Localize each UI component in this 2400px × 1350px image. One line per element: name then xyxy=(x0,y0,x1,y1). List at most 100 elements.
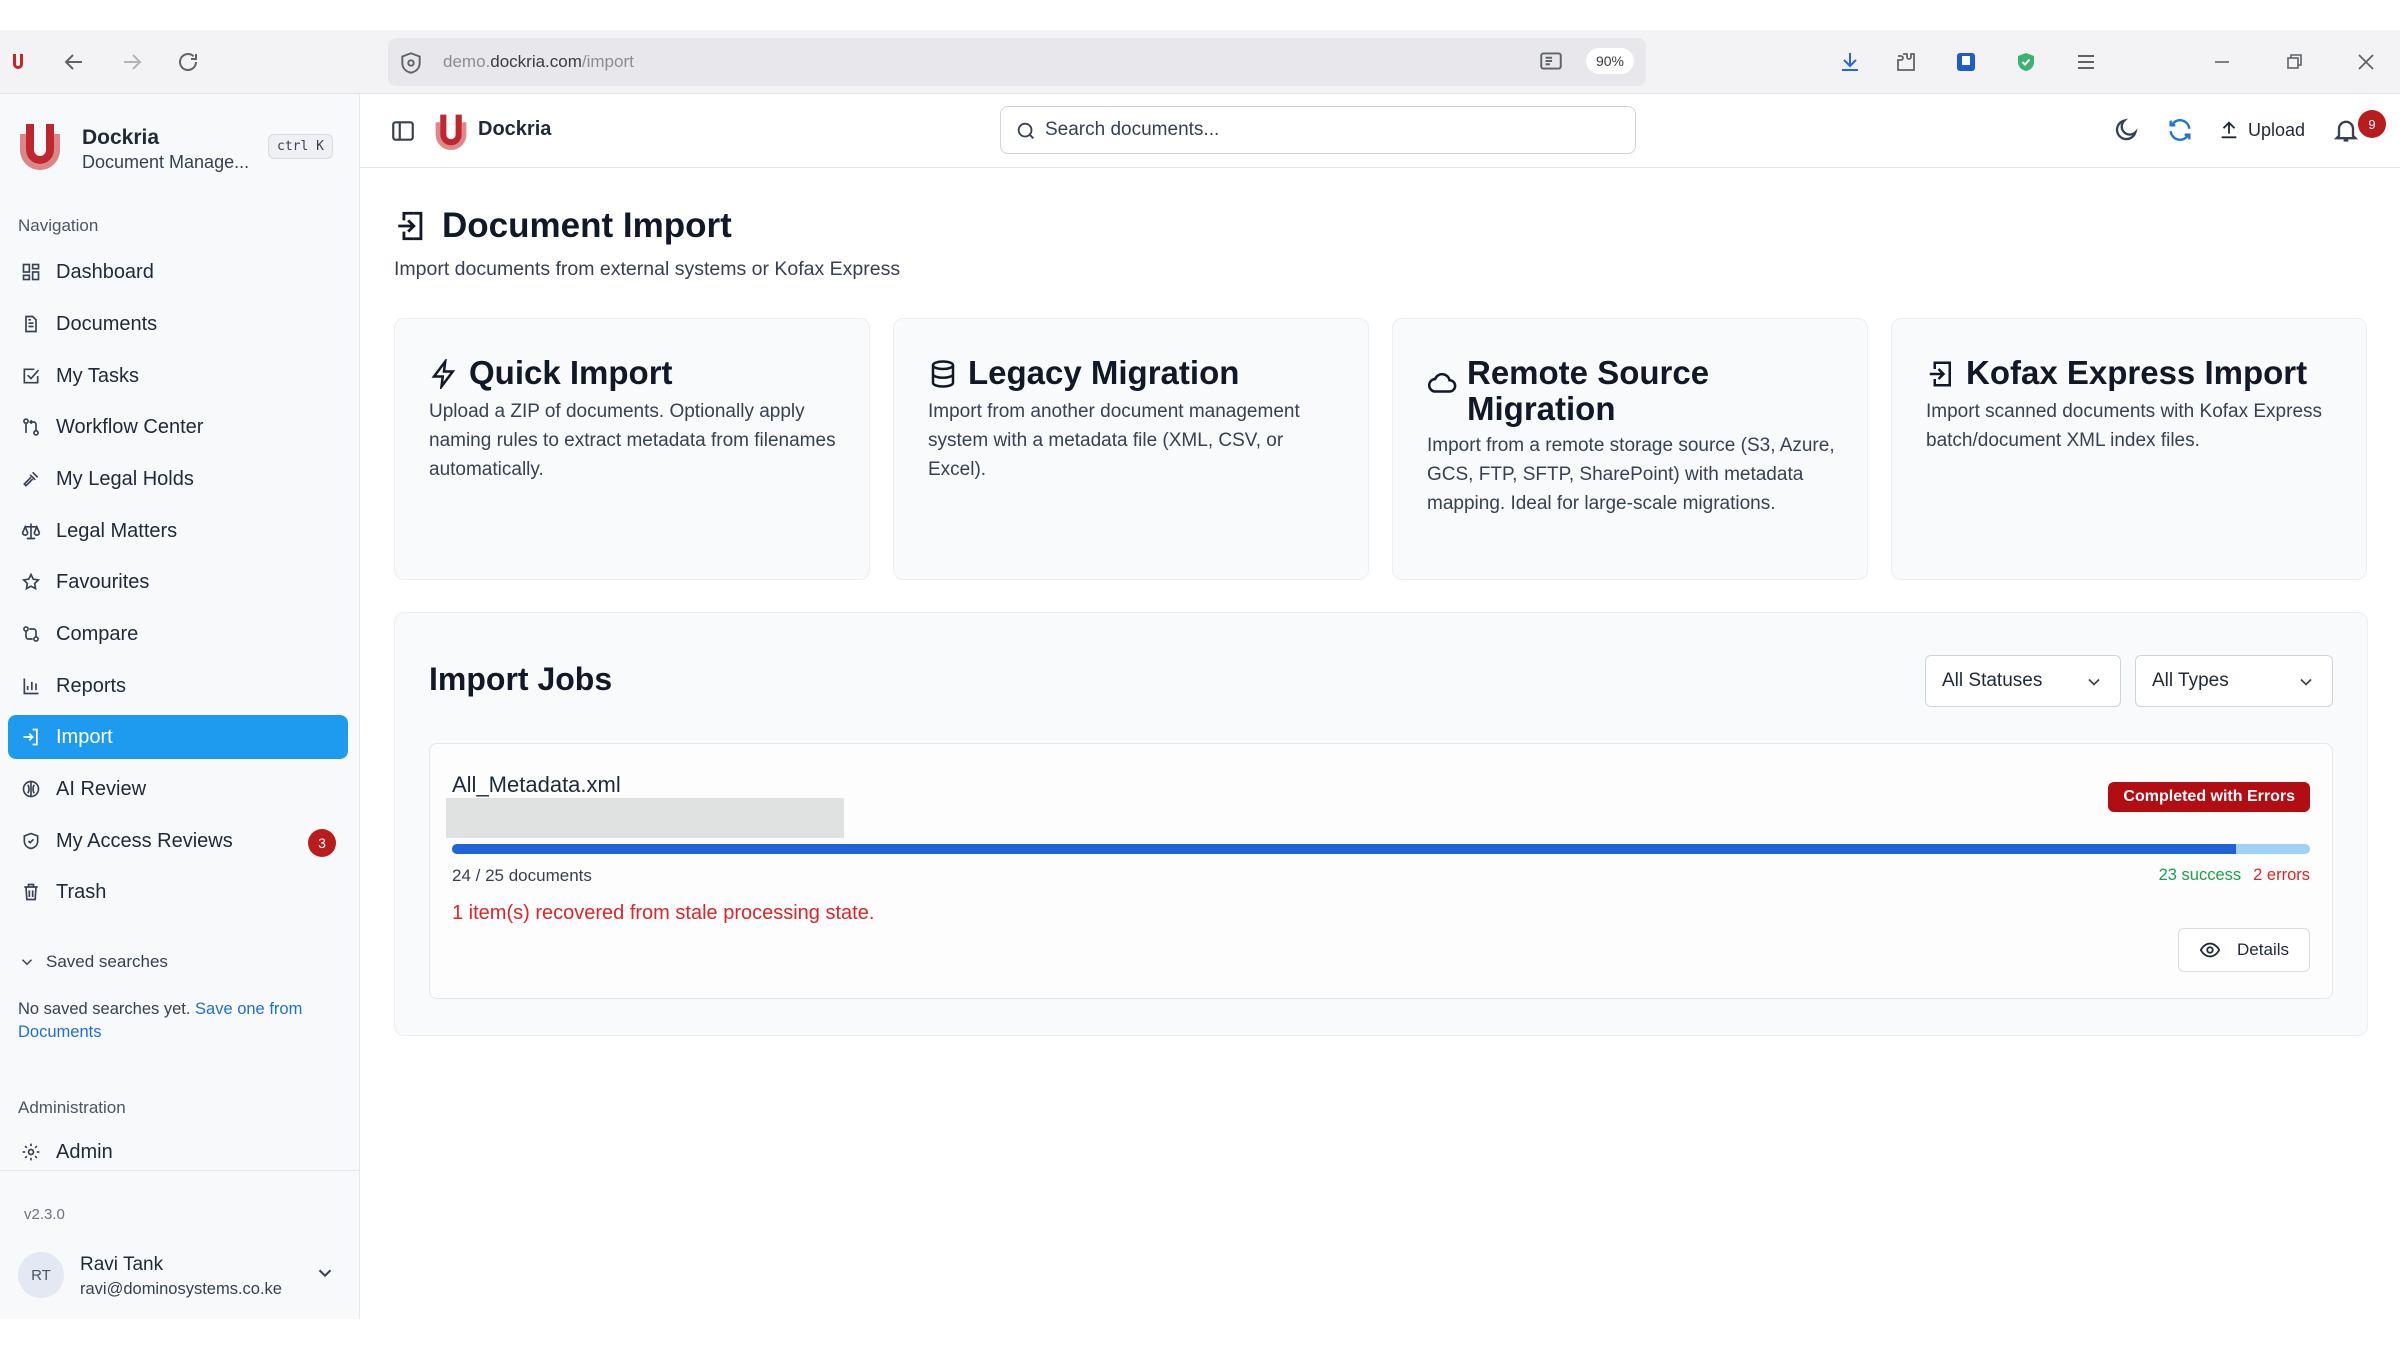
downloads-icon[interactable] xyxy=(1836,48,1864,76)
sidebar-item-label: Favourites xyxy=(56,570,150,593)
minimize-icon[interactable] xyxy=(2208,48,2236,76)
card-title: Kofax Express Import xyxy=(1966,354,2308,391)
extensions-icon[interactable] xyxy=(1892,48,1920,76)
import-job-card[interactable]: All_Metadata.xml Completed with Errors 2… xyxy=(429,743,2333,999)
sidebar-item-ai-review[interactable]: AI Review xyxy=(8,767,348,811)
adblock-shield-icon[interactable] xyxy=(2012,48,2040,76)
status-filter-select[interactable]: All Statuses xyxy=(1925,655,2121,707)
document-icon xyxy=(20,313,42,335)
sidebar-item-label: Trash xyxy=(56,880,107,903)
upload-button[interactable]: Upload xyxy=(2218,112,2305,148)
sidebar-item-import[interactable]: Import xyxy=(8,715,348,759)
browser-toolbar: demo.dockria.com/import 90% xyxy=(0,30,2400,94)
import-icon xyxy=(1929,361,1951,387)
sidebar-item-documents[interactable]: Documents xyxy=(8,302,348,346)
top-header: Dockria Upload 9 xyxy=(360,94,2400,168)
sidebar-item-legal-matters[interactable]: Legal Matters xyxy=(8,509,348,553)
job-stats: 23 success 2 errors xyxy=(2159,866,2310,885)
bell-icon[interactable] xyxy=(2332,116,2360,144)
chevron-down-icon xyxy=(21,959,33,966)
user-email: ravi@dominosystems.co.ke xyxy=(80,1280,282,1298)
job-progress-bar xyxy=(452,844,2310,854)
user-menu-chevron-icon[interactable] xyxy=(314,1262,336,1284)
sidebar-item-label: My Tasks xyxy=(56,364,139,387)
saved-searches-label: Saved searches xyxy=(46,952,168,971)
job-progress-fill xyxy=(452,844,2236,854)
sidebar-item-trash[interactable]: Trash xyxy=(8,870,348,914)
zoom-level[interactable]: 90% xyxy=(1585,48,1634,74)
restore-icon[interactable] xyxy=(2280,48,2308,76)
sidebar-item-workflow-center[interactable]: Workflow Center xyxy=(8,405,348,449)
address-bar[interactable]: demo.dockria.com/import 90% xyxy=(388,38,1646,86)
command-shortcut[interactable]: ctrl K xyxy=(268,134,333,159)
saved-searches-toggle[interactable]: Saved searches xyxy=(18,952,168,972)
legacy-migration-card[interactable]: Legacy Migration Import from another doc… xyxy=(893,318,1369,580)
nav-section-label: Navigation xyxy=(18,216,99,235)
import-icon xyxy=(20,726,42,748)
card-description: Import from another document management … xyxy=(928,401,1300,480)
sidebar-item-label: Dashboard xyxy=(56,260,154,283)
dark-mode-moon-icon[interactable] xyxy=(2112,116,2140,144)
header-brand[interactable]: Dockria xyxy=(478,118,551,141)
gear-icon xyxy=(20,1141,42,1163)
notification-badge[interactable]: 9 xyxy=(2358,110,2386,138)
job-success-count: 23 success xyxy=(2158,866,2242,884)
sidebar-item-label: My Access Reviews xyxy=(56,829,233,852)
reader-view-icon[interactable] xyxy=(1538,48,1564,74)
sidebar-item-dashboard[interactable]: Dashboard xyxy=(8,250,348,294)
page-title-row: Document Import xyxy=(394,206,732,246)
saved-searches-empty: No saved searches yet. Save one from Doc… xyxy=(18,998,338,1044)
type-filter-value: All Types xyxy=(2152,670,2229,691)
gavel-icon xyxy=(20,468,42,490)
job-warning-message: 1 item(s) recovered from stale processin… xyxy=(452,902,875,924)
sidebar-toggle-icon[interactable] xyxy=(390,118,416,144)
remote-source-migration-card[interactable]: Remote Source Migration Import from a re… xyxy=(1392,318,1868,580)
sidebar-item-admin[interactable]: Admin xyxy=(8,1130,348,1174)
bitwarden-icon[interactable] xyxy=(1952,48,1980,76)
sidebar-item-favourites[interactable]: Favourites xyxy=(8,560,348,604)
workflow-icon xyxy=(20,416,42,438)
chart-icon xyxy=(20,675,42,697)
site-shield-icon[interactable] xyxy=(398,50,424,76)
search-input[interactable] xyxy=(1045,113,1625,147)
close-window-icon[interactable] xyxy=(2352,48,2380,76)
avatar[interactable]: RT xyxy=(18,1252,64,1298)
refresh-icon[interactable] xyxy=(2166,116,2194,144)
sidebar-item-label: Workflow Center xyxy=(56,415,204,438)
forward-icon[interactable] xyxy=(118,48,146,76)
lightning-icon xyxy=(431,359,456,389)
upload-label: Upload xyxy=(2248,119,2306,140)
brand-subtitle: Document Manage... xyxy=(82,152,250,172)
card-title: Remote Source Migration xyxy=(1467,354,1710,427)
kofax-express-import-card[interactable]: Kofax Express Import Import scanned docu… xyxy=(1891,318,2367,580)
url-text[interactable]: demo.dockria.com/import xyxy=(443,52,634,72)
quick-import-card[interactable]: Quick Import Upload a ZIP of documents. … xyxy=(394,318,870,580)
type-filter-select[interactable]: All Types xyxy=(2135,655,2333,707)
database-icon xyxy=(931,360,955,388)
details-label: Details xyxy=(2237,940,2289,959)
star-icon xyxy=(20,571,42,593)
menu-icon[interactable] xyxy=(2072,48,2100,76)
sidebar-item-reports[interactable]: Reports xyxy=(8,664,348,708)
job-error-count: 2 errors xyxy=(2253,866,2310,884)
status-filter-value: All Statuses xyxy=(1942,670,2043,691)
sidebar-item-my-tasks[interactable]: My Tasks xyxy=(8,354,348,398)
sidebar: Dockria Document Manage... ctrl K Naviga… xyxy=(0,94,360,1319)
back-icon[interactable] xyxy=(60,48,88,76)
sidebar-item-label: Reports xyxy=(56,674,127,697)
compare-icon xyxy=(20,623,42,645)
search-box[interactable] xyxy=(1000,106,1636,154)
user-name[interactable]: Ravi Tank xyxy=(80,1254,163,1276)
reload-icon[interactable] xyxy=(174,48,202,76)
sidebar-item-my-access-reviews[interactable]: My Access Reviews 3 xyxy=(8,819,348,863)
cloud-icon xyxy=(1427,372,1457,393)
sidebar-item-my-legal-holds[interactable]: My Legal Holds xyxy=(8,457,348,501)
card-description: Upload a ZIP of documents. Optionally ap… xyxy=(429,401,836,480)
sidebar-brand[interactable]: Dockria Document Manage... ctrl K xyxy=(18,118,348,178)
sidebar-item-compare[interactable]: Compare xyxy=(8,612,348,656)
eye-icon xyxy=(2199,942,2221,958)
brand-name: Dockria xyxy=(82,126,160,149)
details-button[interactable]: Details xyxy=(2178,928,2310,972)
browser-logo-icon[interactable] xyxy=(4,48,32,76)
header-logo-icon xyxy=(435,114,467,150)
